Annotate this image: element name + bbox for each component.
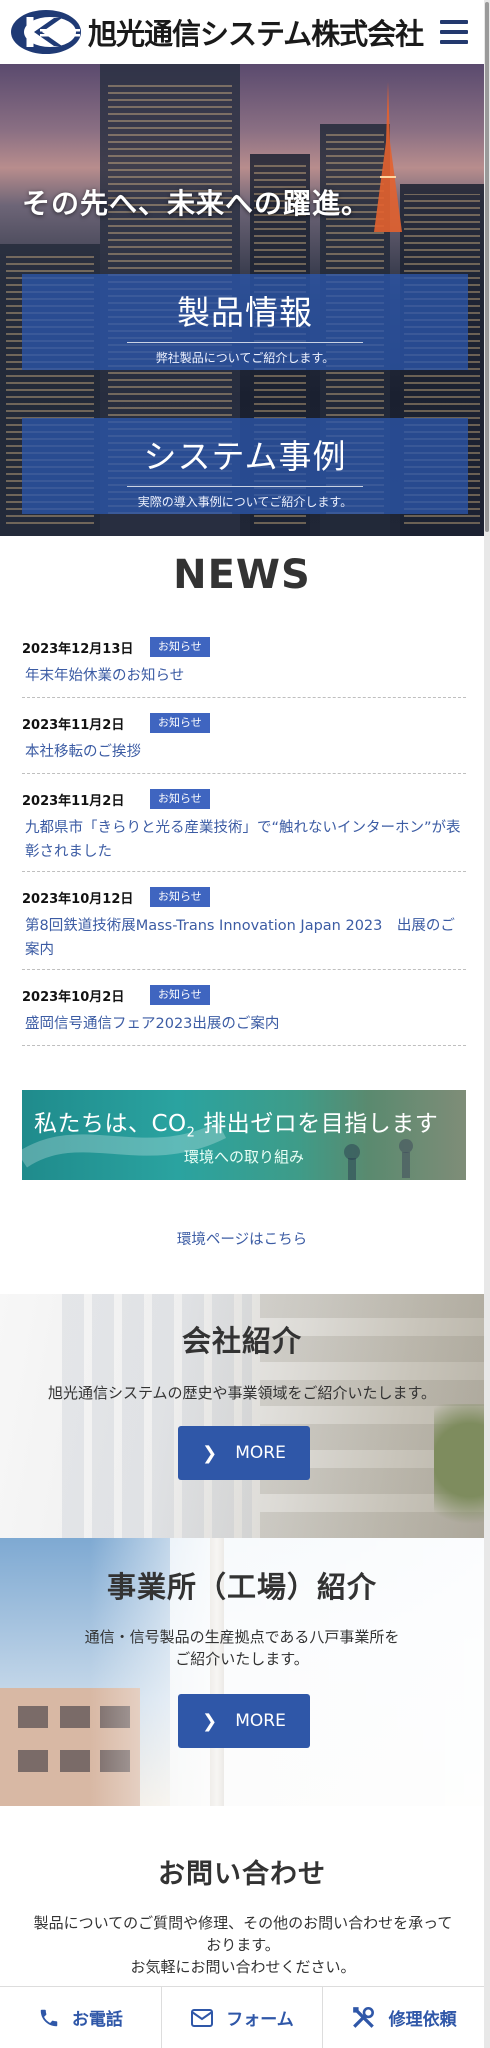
- system-cases-subtitle: 実際の導入事例についてご紹介します。: [137, 495, 353, 509]
- chevron-right-icon: ❯: [202, 1442, 218, 1464]
- repair-request-label: 修理依頼: [388, 2010, 457, 2030]
- environment-banner-headline: 私たちは、CO2 排出ゼロを目指します: [34, 1111, 439, 1141]
- news-item: 2023年11月2日 お知らせ 九都県市「きらりと光る産業技術」で“触れないイン…: [22, 788, 466, 872]
- bottom-action-bar: お電話 フォーム 修理依頼: [0, 1986, 484, 2048]
- office-intro-title: 事業所（工場）紹介: [106, 1570, 377, 1604]
- phone-button[interactable]: お電話: [0, 1987, 162, 2048]
- product-info-subtitle: 弊社製品についてご紹介します。: [155, 351, 335, 365]
- news-category-badge: お知らせ: [150, 887, 210, 907]
- divider: [127, 486, 363, 487]
- form-button[interactable]: フォーム: [162, 1987, 324, 2048]
- office-more-button[interactable]: ❯ MORE: [178, 1694, 310, 1748]
- scrollbar[interactable]: [484, 0, 490, 2048]
- news-date: 2023年12月13日: [22, 641, 134, 657]
- product-info-link[interactable]: 製品情報 弊社製品についてご紹介します。: [22, 274, 468, 370]
- hero-section: その先へ、未来への躍進。 製品情報 弊社製品についてご紹介します。 システム事例…: [0, 64, 484, 536]
- scrollbar-thumb[interactable]: [485, 2, 489, 532]
- system-cases-title: システム事例: [143, 437, 347, 476]
- news-item: 2023年12月13日 お知らせ 年末年始休業のお知らせ: [22, 636, 466, 698]
- news-title-link[interactable]: 盛岡信号通信フェア2023出展のご案内: [22, 1012, 466, 1040]
- news-title-link[interactable]: 本社移転のご挨拶: [22, 740, 466, 768]
- chevron-right-icon: ❯: [202, 1710, 218, 1732]
- contact-text: 製品についてのご質問や修理、その他のお問い合わせを承っております。 お気軽にお問…: [33, 1914, 453, 1976]
- environment-page-link[interactable]: 環境ページはこちら: [0, 1228, 484, 1249]
- news-date: 2023年11月2日: [22, 717, 125, 733]
- mail-icon: [190, 2008, 214, 2028]
- company-intro-text: 旭光通信システムの歴史や事業領域をご紹介いたします。: [47, 1384, 437, 1402]
- news-category-badge: お知らせ: [150, 985, 210, 1005]
- news-item: 2023年10月2日 お知らせ 盛岡信号通信フェア2023出展のご案内: [22, 984, 466, 1046]
- hamburger-menu-icon[interactable]: [440, 20, 468, 44]
- system-cases-link[interactable]: システム事例 実際の導入事例についてご紹介します。: [22, 418, 468, 514]
- company-more-button[interactable]: ❯ MORE: [178, 1426, 310, 1480]
- repair-request-button[interactable]: 修理依頼: [323, 1987, 484, 2048]
- environment-banner[interactable]: 私たちは、CO2 排出ゼロを目指します 環境への取り組み: [22, 1090, 466, 1180]
- news-item: 2023年10月12日 お知らせ 第8回鉄道技術展Mass-Trans Inno…: [22, 886, 466, 970]
- news-category-badge: お知らせ: [150, 637, 210, 657]
- news-date: 2023年10月2日: [22, 989, 125, 1005]
- more-label: MORE: [235, 1443, 286, 1463]
- page: 旭光通信システム株式会社 その先へ、未来への躍進。 製品情報 弊社製品についてご…: [0, 0, 484, 2048]
- site-header: 旭光通信システム株式会社: [0, 0, 484, 64]
- news-date: 2023年11月2日: [22, 793, 125, 809]
- divider: [127, 342, 363, 343]
- news-date: 2023年10月12日: [22, 891, 134, 907]
- company-logo-mark[interactable]: [10, 9, 82, 55]
- contact-title: お問い合わせ: [158, 1859, 326, 1890]
- news-title-link[interactable]: 九都県市「きらりと光る産業技術」で“触れないインターホン”が表彰されました: [22, 816, 466, 868]
- office-intro-section: 事業所（工場）紹介 通信・信号製品の生産拠点である八戸事業所を ご紹介いたします…: [0, 1538, 484, 1806]
- more-label: MORE: [235, 1711, 286, 1731]
- news-title-link[interactable]: 第8回鉄道技術展Mass-Trans Innovation Japan 2023…: [22, 914, 466, 966]
- news-category-badge: お知らせ: [150, 789, 210, 809]
- company-intro-section: 会社紹介 旭光通信システムの歴史や事業領域をご紹介いたします。 ❯ MORE: [0, 1294, 484, 1538]
- news-title-link[interactable]: 年末年始休業のお知らせ: [22, 664, 466, 692]
- environment-banner-subtitle: 環境への取り組み: [183, 1148, 304, 1166]
- phone-icon: [38, 2007, 60, 2029]
- news-item: 2023年11月2日 お知らせ 本社移転のご挨拶: [22, 712, 466, 774]
- phone-label: お電話: [71, 2010, 123, 2030]
- product-info-title: 製品情報: [177, 293, 313, 332]
- office-intro-text: 通信・信号製品の生産拠点である八戸事業所を ご紹介いたします。: [84, 1628, 400, 1668]
- hero-tagline: その先へ、未来への躍進。: [22, 187, 371, 220]
- company-intro-title: 会社紹介: [181, 1324, 302, 1358]
- news-heading: NEWS: [173, 552, 311, 598]
- tools-icon: [351, 2005, 377, 2031]
- news-category-badge: お知らせ: [150, 713, 210, 733]
- company-name-logo[interactable]: 旭光通信システム株式会社: [88, 11, 424, 53]
- form-label: フォーム: [226, 2010, 294, 2030]
